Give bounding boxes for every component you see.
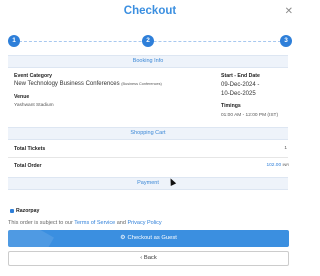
- privacy-policy-link[interactable]: Privacy Policy: [127, 220, 161, 226]
- event-subcategory: (Business Conferences): [121, 82, 162, 86]
- currency-label: INR: [282, 163, 289, 167]
- venue-value: Yashwant Stadium: [14, 103, 54, 108]
- checkout-as-guest-button[interactable]: ⚙ Checkout as Guest: [8, 230, 289, 247]
- booking-info-header: Booking Info: [8, 55, 288, 68]
- terms-and: and: [115, 220, 128, 226]
- stepper: 1 2 3: [8, 35, 292, 47]
- modal-header: Checkout ✕: [0, 0, 300, 26]
- checkout-as-guest-label: Checkout as Guest: [127, 235, 177, 241]
- timings-label: Timings: [221, 103, 241, 109]
- step-1[interactable]: 1: [8, 35, 20, 47]
- razorpay-label[interactable]: Razorpay: [16, 208, 39, 214]
- timings-value: 01:00 AM - 12:00 PM (IST): [221, 113, 279, 118]
- end-date: 10-Dec-2025: [221, 91, 256, 97]
- total-order-label: Total Order: [14, 163, 42, 169]
- step-2[interactable]: 2: [142, 35, 154, 47]
- event-category-label: Event Category: [14, 73, 53, 79]
- start-date: 09-Dec-2024 -: [221, 82, 260, 88]
- total-tickets-value: 1: [284, 146, 287, 151]
- gear-icon: ⚙: [120, 235, 126, 241]
- razorpay-checkbox[interactable]: [10, 209, 14, 213]
- cart-divider: [8, 157, 288, 158]
- terms-of-service-link[interactable]: Terms of Service: [74, 220, 115, 226]
- venue-label: Venue: [14, 94, 30, 100]
- back-label: Back: [143, 255, 157, 261]
- step-3[interactable]: 3: [280, 35, 292, 47]
- back-button[interactable]: ‹ Back: [8, 251, 289, 266]
- total-order-amount: 102.00: [266, 163, 282, 168]
- shopping-cart-header: Shopping Cart: [8, 127, 288, 140]
- modal-title: Checkout: [123, 5, 177, 17]
- event-name: New Technology Business Conferences (Bus…: [14, 81, 162, 87]
- total-tickets-label: Total Tickets: [14, 146, 46, 152]
- terms-prefix: This order is subject to our: [8, 220, 75, 226]
- terms-notice: This order is subject to our Terms of Se…: [8, 220, 162, 226]
- total-order-value: 102.00 INR: [266, 163, 289, 168]
- close-icon[interactable]: ✕: [285, 7, 293, 17]
- payment-header: Payment: [8, 177, 288, 190]
- dates-label: Start - End Date: [221, 73, 260, 79]
- event-name-text: New Technology Business Conferences: [14, 81, 120, 87]
